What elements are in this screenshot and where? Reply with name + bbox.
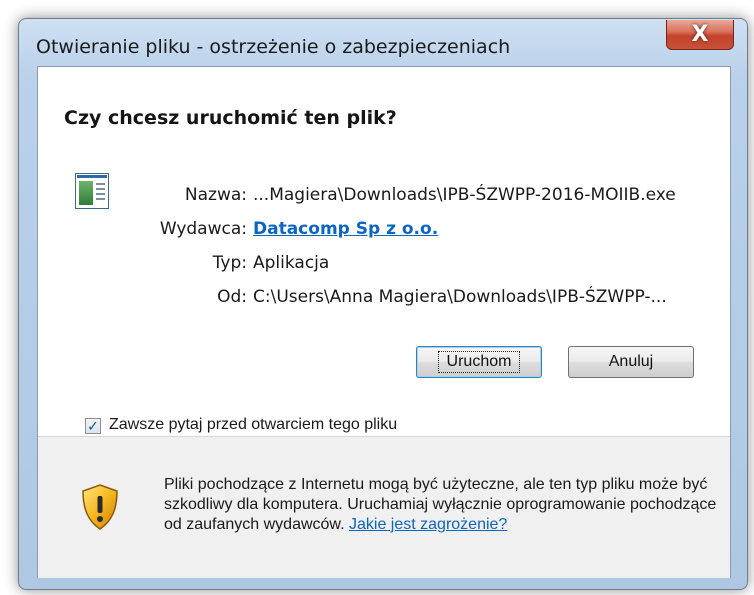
run-button[interactable]: Uruchom: [416, 346, 542, 378]
info-label-publisher: Wydawca:: [159, 219, 247, 239]
shield-warning-icon: [82, 484, 118, 530]
info-label-type: Typ:: [212, 253, 247, 273]
risk-info-link[interactable]: Jakie jest zagrożenie?: [349, 516, 507, 533]
close-icon: X: [691, 21, 709, 47]
info-label-from: Od:: [217, 287, 247, 307]
cancel-button[interactable]: Anuluj: [568, 346, 694, 378]
info-label-name: Nazwa:: [184, 185, 247, 205]
run-button-label: Uruchom: [437, 351, 521, 373]
info-value-name: ...Magiera\Downloads\IPB-ŚZWPP-2016-MOII…: [253, 185, 676, 205]
always-ask-label[interactable]: Zawsze pytaj przed otwarciem tego pliku: [109, 416, 397, 434]
info-value-from: C:\Users\Anna Magiera\Downloads\IPB-ŚZWP…: [253, 287, 667, 307]
info-value-type: Aplikacja: [253, 253, 330, 273]
publisher-link[interactable]: Datacomp Sp z o.o.: [253, 219, 438, 239]
cancel-button-label: Anuluj: [608, 353, 654, 370]
close-button[interactable]: X: [666, 20, 734, 50]
warning-text-block: Pliki pochodzące z Internetu mogą być uż…: [164, 475, 724, 535]
always-ask-checkbox[interactable]: ✓: [85, 418, 101, 434]
dialog-window: Otwieranie pliku - ostrzeżenie o zabezpi…: [18, 18, 748, 590]
dialog-title: Otwieranie pliku - ostrzeżenie o zabezpi…: [36, 36, 511, 58]
dialog-question: Czy chcesz uruchomić ten plik?: [64, 107, 397, 129]
dialog-client-area: Czy chcesz uruchomić ten plik? Nazwa: ..…: [37, 66, 731, 578]
